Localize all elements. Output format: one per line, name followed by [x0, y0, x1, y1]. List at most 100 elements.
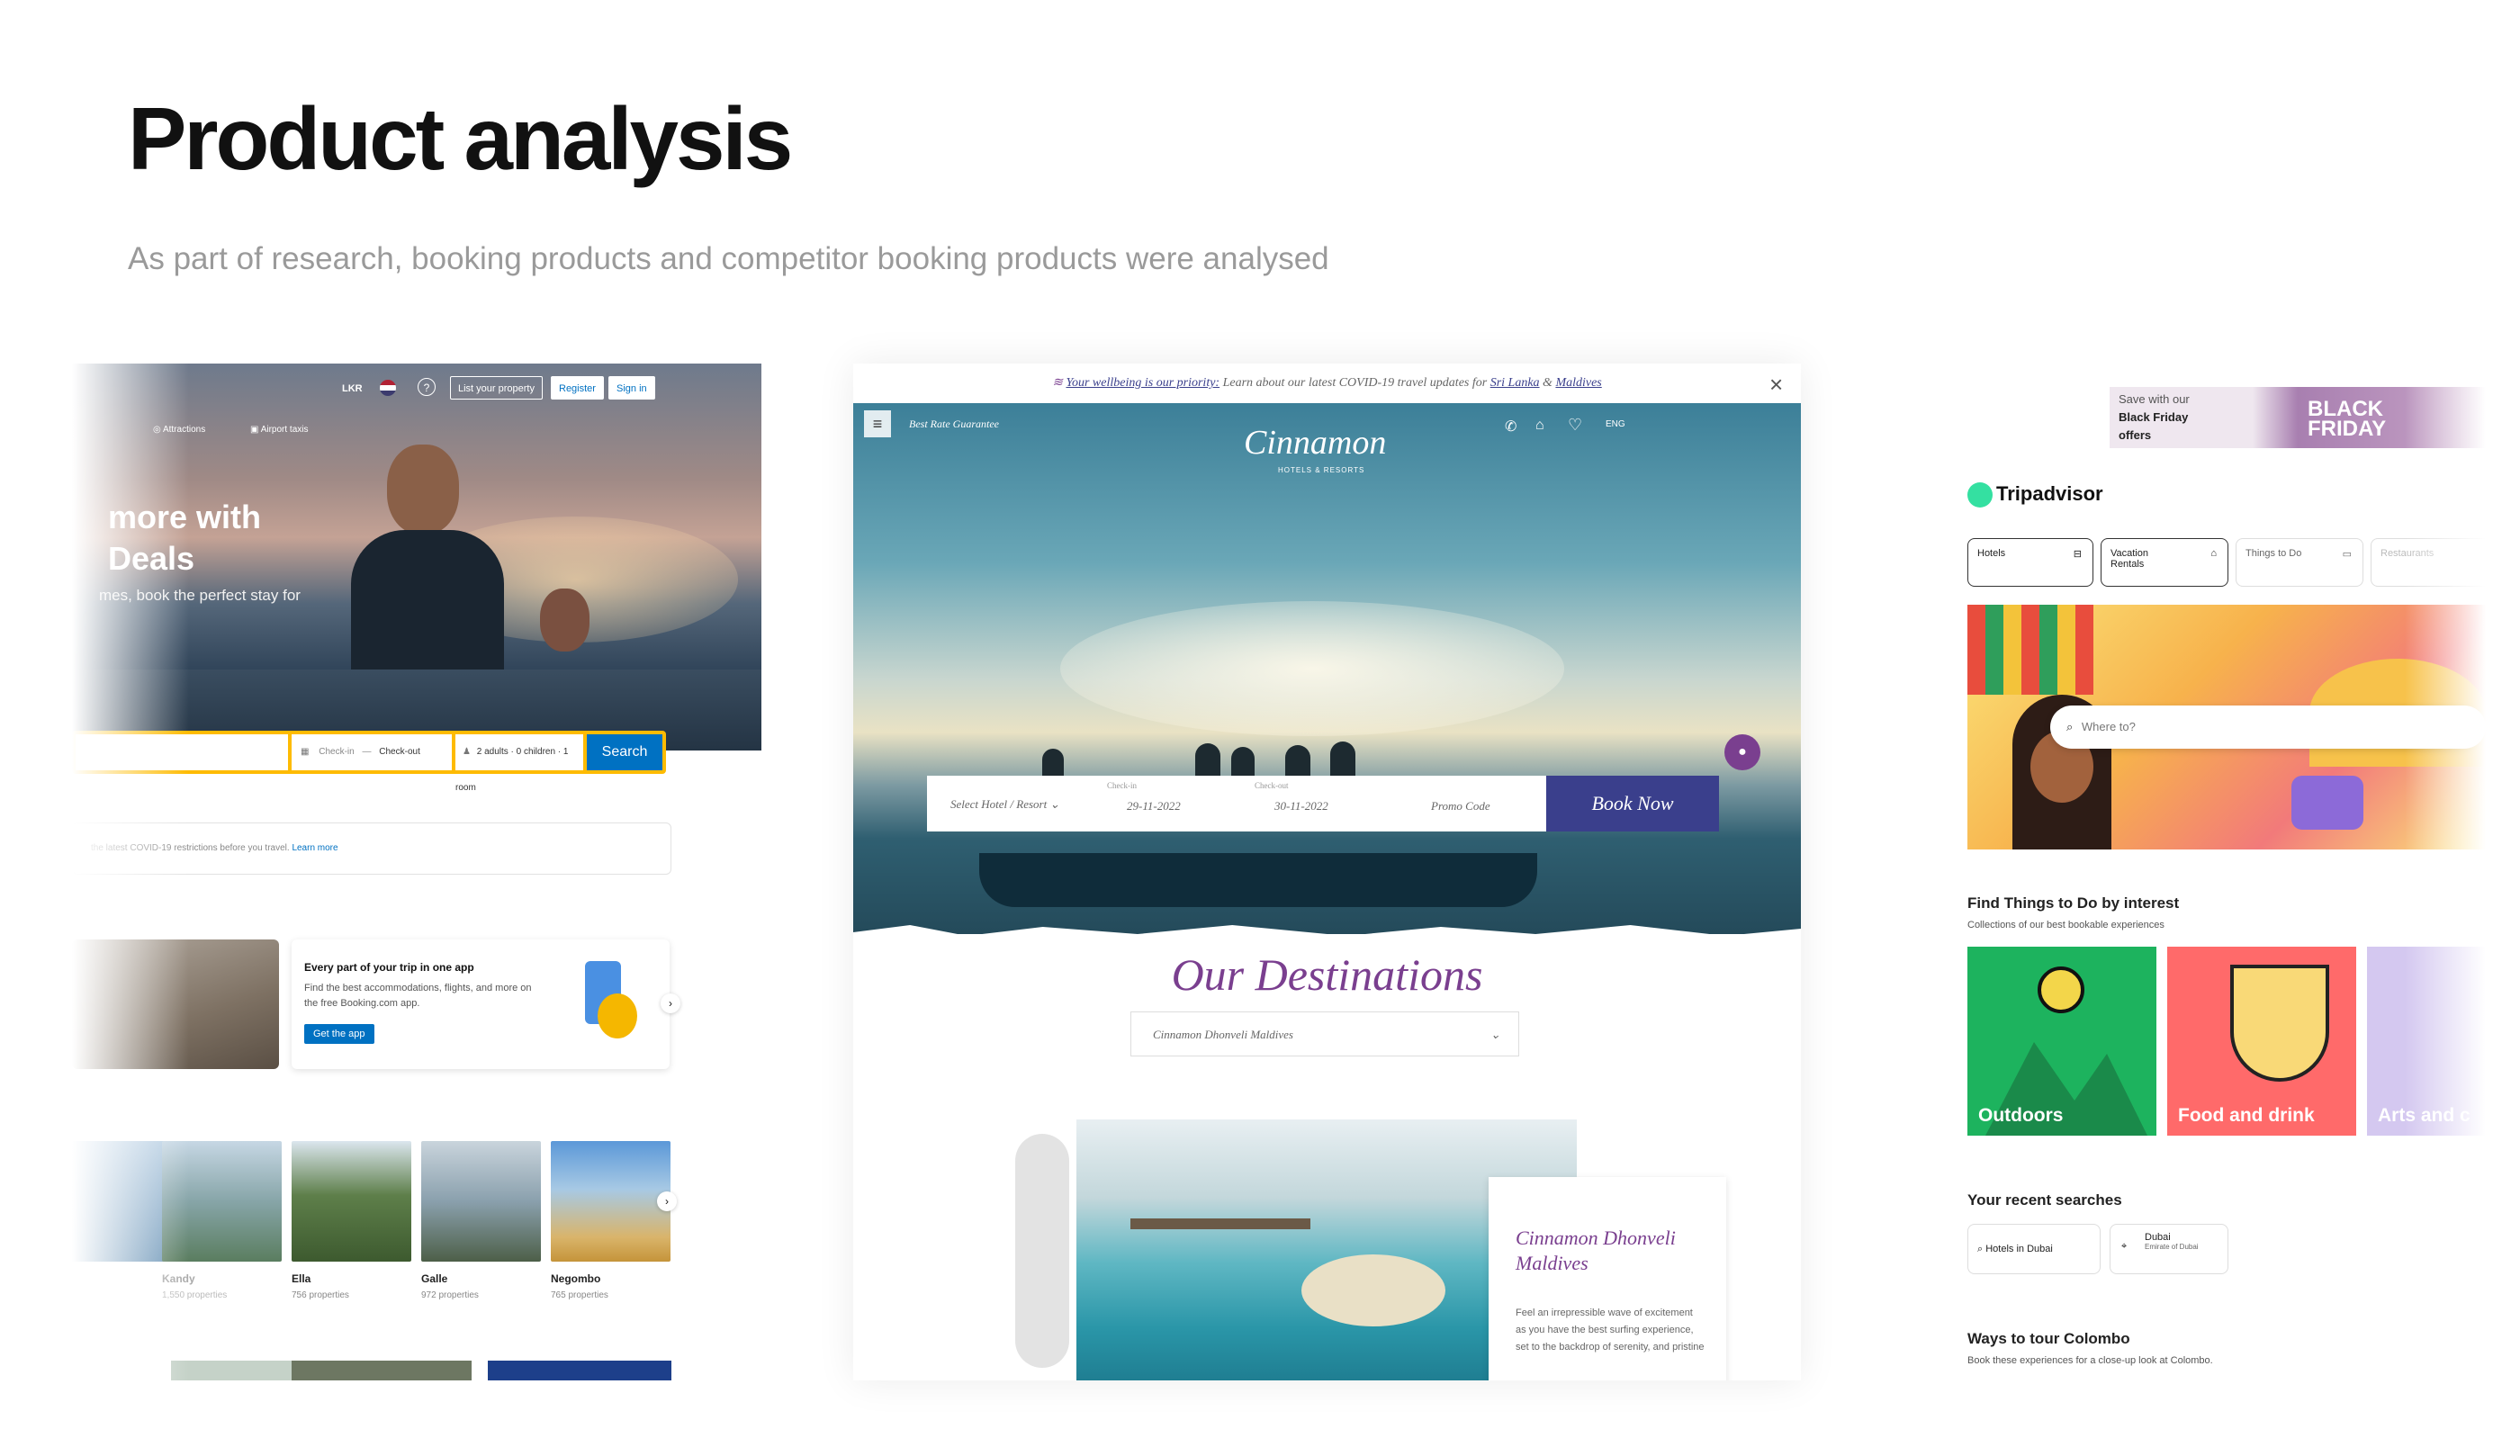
booking-screenshot: LKR ? List your property Register Sign i…: [72, 364, 761, 1380]
destination-card: Cinnamon Dhonveli Maldives Feel an irrep…: [1489, 1177, 1726, 1380]
where-to-search[interactable]: ⌕ Where to?: [2050, 706, 2486, 749]
tile-label: Food and drink: [2178, 1105, 2315, 1126]
booking-bar: Select Hotel / Resort ⌄ Check-in 29-11-2…: [927, 776, 1719, 831]
ad-line-1: Save with our: [2119, 392, 2190, 406]
hero-heading-line1: more with: [108, 499, 262, 535]
phone-icon[interactable]: ✆: [1505, 418, 1516, 436]
bed-icon: ⊟: [2073, 549, 2082, 560]
page-subtitle: As part of research, booking products an…: [128, 241, 1329, 276]
destination-count: 972 properties: [421, 1290, 479, 1300]
cinnamon-logo[interactable]: Cinnamon: [1244, 423, 1386, 463]
destinations-heading: Our Destinations: [1171, 949, 1483, 1000]
sun-icon: [2038, 966, 2084, 1013]
attractions-icon: ◎: [153, 425, 163, 435]
destination-field[interactable]: [76, 734, 288, 770]
banner-priority-link[interactable]: Your wellbeing is our priority:: [1066, 376, 1220, 390]
hero-heading-line2: Deals: [108, 540, 195, 577]
destination-card-title: Cinnamon Dhonveli Maldives: [1516, 1227, 1676, 1274]
search-icon: ⌕: [2066, 720, 2074, 733]
destination-name: Ella: [292, 1272, 311, 1285]
bottom-image-2: [292, 1361, 472, 1380]
nav-airport-taxis[interactable]: ▣ Airport taxis: [250, 425, 308, 435]
book-now-button[interactable]: Book Now: [1546, 776, 1719, 831]
learn-more-link[interactable]: Learn more: [292, 843, 338, 853]
interest-tile-arts[interactable]: Arts and c: [2367, 947, 2486, 1136]
heart-icon[interactable]: ♡: [1568, 416, 1582, 435]
tripadvisor-logo[interactable]: Tripadvisor: [1996, 482, 2103, 506]
tab-things-to-do[interactable]: Things to Do ▭: [2236, 538, 2363, 587]
tile-label: Arts and c: [2378, 1105, 2470, 1126]
recent-heading: Your recent searches: [1967, 1191, 2122, 1209]
calendar-icon: ▦: [301, 747, 310, 757]
flag-icon[interactable]: [380, 380, 396, 396]
location-pin-icon: ⌖: [2121, 1241, 2128, 1252]
boat-hull: [979, 853, 1537, 907]
help-icon[interactable]: ?: [418, 378, 436, 396]
recent-search-hotels-dubai[interactable]: ⌕ Hotels in Dubai: [1967, 1224, 2101, 1274]
guests-field[interactable]: ♟ 2 adults · 0 children · 1 room: [455, 734, 583, 793]
search-bar: ▦ Check-in — Check-out ♟ 2 adults · 0 ch…: [72, 731, 666, 793]
maldives-link[interactable]: Maldives: [1555, 376, 1601, 390]
destination-image-negombo[interactable]: [551, 1141, 670, 1262]
destination-count: 765 properties: [551, 1290, 608, 1300]
list-property-button[interactable]: List your property: [450, 376, 543, 400]
destination-image-galle[interactable]: [421, 1141, 541, 1262]
market-stalls: [1967, 605, 2093, 695]
close-icon[interactable]: ×: [1769, 371, 1783, 399]
cinnamon-screenshot: ≋ Your wellbeing is our priority: Learn …: [853, 364, 1801, 1380]
interest-tile-food[interactable]: Food and drink: [2167, 947, 2356, 1136]
destination-card-text: Feel an irrepressible wave of excitement…: [1516, 1308, 1705, 1353]
app-promo-card: Every part of your trip in one app Find …: [292, 939, 670, 1069]
ways-heading: Ways to tour Colombo: [1967, 1330, 2130, 1347]
tile-label: Outdoors: [1978, 1105, 2064, 1126]
get-app-button[interactable]: Get the app: [304, 1024, 374, 1044]
cinnamon-hero-image: [853, 403, 1801, 934]
chevron-down-icon: ⌄: [1490, 1028, 1500, 1041]
language-selector[interactable]: ENG: [1606, 419, 1625, 429]
currency-selector[interactable]: LKR: [342, 383, 363, 394]
second-surfer: [540, 589, 590, 652]
wine-glass-icon: [2230, 965, 2329, 1082]
tab-hotels[interactable]: Hotels ⊟: [1967, 538, 2093, 587]
person-icon: ♟: [463, 747, 471, 757]
chat-icon[interactable]: ●: [1724, 734, 1760, 770]
search-icon: ⌕: [1977, 1244, 1986, 1254]
register-button[interactable]: Register: [551, 376, 604, 400]
house-icon: ⌂: [2210, 548, 2217, 559]
home-icon[interactable]: ⌂: [1535, 418, 1544, 434]
cinnamon-logo-sub: HOTELS & RESORTS: [1278, 466, 1365, 474]
chevron-down-icon: ⌄: [1049, 797, 1060, 811]
checkin-label: Check-in: [1107, 781, 1137, 790]
promo-code-field[interactable]: Promo Code: [1431, 799, 1490, 813]
tab-restaurants[interactable]: Restaurants: [2371, 538, 2486, 587]
hand-illustration: [598, 993, 637, 1038]
cabin-image: [72, 939, 279, 1069]
bottom-image-3: [488, 1361, 671, 1380]
destination-image-ella[interactable]: [292, 1141, 411, 1262]
carousel-next-icon-2[interactable]: ›: [657, 1191, 677, 1211]
carousel-next-icon[interactable]: ›: [661, 993, 680, 1013]
interest-heading: Find Things to Do by interest: [1967, 894, 2180, 912]
interest-subheading: Collections of our best bookable experie…: [1967, 920, 2164, 930]
recent-search-dubai[interactable]: ⌖ Dubai Emirate of Dubai: [2110, 1224, 2228, 1274]
checkout-label: Check-out: [1255, 781, 1289, 790]
page-title: Product analysis: [128, 89, 793, 188]
tab-vacation-rentals[interactable]: Vacation Rentals ⌂: [2101, 538, 2228, 587]
nav-attractions[interactable]: ◎ Attractions: [153, 425, 205, 435]
checkin-field[interactable]: 29-11-2022: [1127, 799, 1181, 813]
menu-icon[interactable]: ≡: [864, 410, 891, 437]
checkout-field[interactable]: 30-11-2022: [1274, 799, 1328, 813]
sri-lanka-link[interactable]: Sri Lanka: [1490, 376, 1540, 390]
search-button[interactable]: Search: [587, 734, 662, 770]
tripadvisor-owl-icon: [1967, 482, 1993, 508]
water-villas: [1130, 1218, 1310, 1229]
interest-tile-outdoors[interactable]: Outdoors: [1967, 947, 2156, 1136]
taxi-icon: ▣: [250, 425, 261, 435]
destination-image-kandy[interactable]: [162, 1141, 282, 1262]
hotel-selector[interactable]: Select Hotel / Resort ⌄: [950, 797, 1059, 812]
best-rate-label: Best Rate Guarantee: [909, 418, 999, 430]
destination-dropdown[interactable]: Cinnamon Dhonveli Maldives ⌄: [1130, 1011, 1519, 1056]
signin-button[interactable]: Sign in: [608, 376, 655, 400]
dates-field[interactable]: ▦ Check-in — Check-out: [292, 734, 452, 770]
black-friday-ad[interactable]: Save with our Black Friday offers BLACK …: [2110, 387, 2486, 448]
